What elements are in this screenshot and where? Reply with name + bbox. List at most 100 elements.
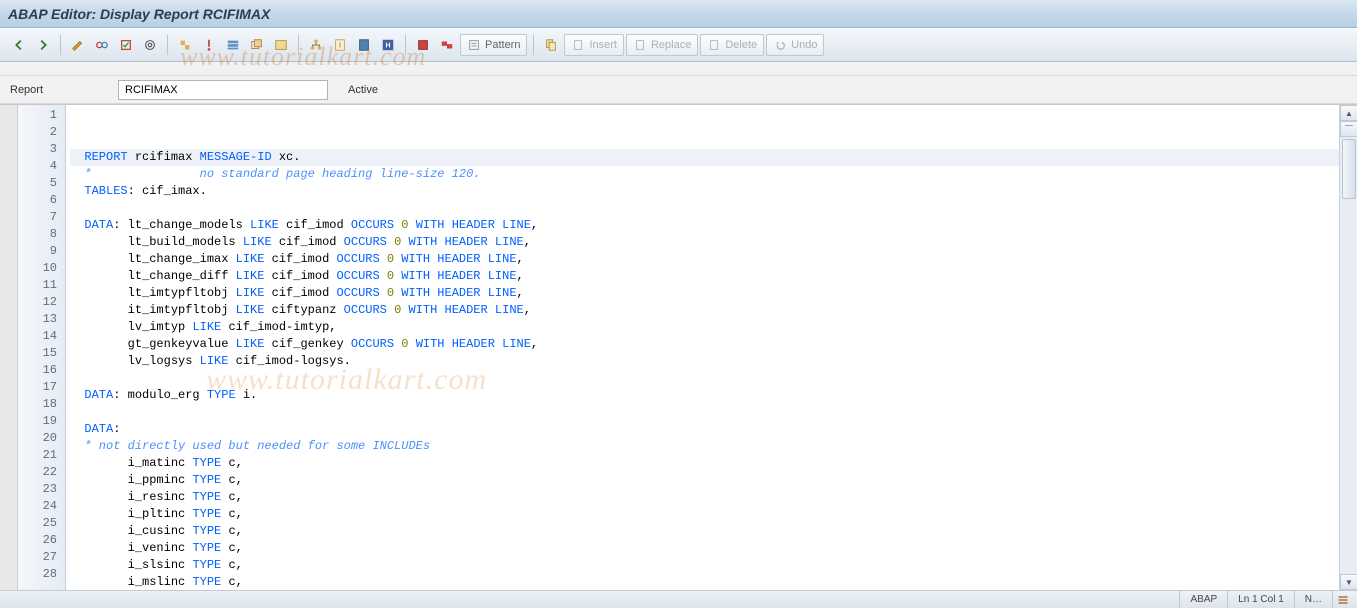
code-line[interactable]: lv_imtyp LIKE cif_imod-imtyp,: [70, 319, 1339, 336]
line-number: 13: [18, 311, 65, 328]
line-number: 17: [18, 379, 65, 396]
app-toolbar: i H Pattern Insert Replace Delete Undo: [0, 28, 1357, 62]
toolbar-separator: [60, 35, 61, 55]
test-button[interactable]: [139, 34, 161, 56]
undo-label: Undo: [791, 39, 817, 51]
report-label: Report: [10, 84, 110, 96]
code-line[interactable]: i_veninc TYPE c,: [70, 540, 1339, 557]
line-number: 1: [18, 107, 65, 124]
status-bar: ABAP Ln 1 Col 1 N…: [0, 590, 1357, 608]
code-content[interactable]: www.tutorialkart.com REPORT rcifimax MES…: [66, 105, 1339, 590]
nav-back-button[interactable]: [8, 34, 30, 56]
line-number: 24: [18, 498, 65, 515]
other-object-button[interactable]: [540, 34, 562, 56]
code-line[interactable]: REPORT rcifimax MESSAGE-ID xc.: [70, 149, 1339, 166]
code-line[interactable]: i_resinc TYPE c,: [70, 489, 1339, 506]
line-number: 8: [18, 226, 65, 243]
where-used-button[interactable]: [174, 34, 196, 56]
scroll-thumb[interactable]: [1342, 139, 1356, 199]
toolbar-separator: [298, 35, 299, 55]
code-line[interactable]: lt_build_models LIKE cif_imod OCCURS 0 W…: [70, 234, 1339, 251]
code-line[interactable]: lv_logsys LIKE cif_imod-logsys.: [70, 353, 1339, 370]
line-number: 4: [18, 158, 65, 175]
line-number: 12: [18, 294, 65, 311]
nav-forward-button[interactable]: [32, 34, 54, 56]
code-line[interactable]: i_cusinc TYPE c,: [70, 523, 1339, 540]
code-line[interactable]: [70, 370, 1339, 387]
report-name-input[interactable]: [118, 80, 328, 100]
help-button[interactable]: i: [329, 34, 351, 56]
activate-button[interactable]: [115, 34, 137, 56]
insert-button[interactable]: Insert: [564, 34, 624, 56]
toolbar-separator: [167, 35, 168, 55]
code-line[interactable]: [70, 404, 1339, 421]
scroll-up-arrow-icon[interactable]: ▲: [1340, 105, 1357, 121]
line-number: 20: [18, 430, 65, 447]
line-number: 5: [18, 175, 65, 192]
line-number: 7: [18, 209, 65, 226]
line-number: 11: [18, 277, 65, 294]
code-line[interactable]: * not directly used but needed for some …: [70, 438, 1339, 455]
check-button[interactable]: [91, 34, 113, 56]
code-line[interactable]: i_mslinc TYPE c,: [70, 574, 1339, 590]
nav-stack-button[interactable]: [246, 34, 268, 56]
insert-icon: [571, 38, 585, 52]
code-line[interactable]: DATA: modulo_erg TYPE i.: [70, 387, 1339, 404]
delete-button[interactable]: Delete: [700, 34, 764, 56]
code-line[interactable]: DATA:: [70, 421, 1339, 438]
status-menu-icon[interactable]: [1332, 591, 1353, 608]
find-button[interactable]: [436, 34, 458, 56]
display-change-button[interactable]: [67, 34, 89, 56]
line-number-gutter[interactable]: 1234567891011121314151617181920212223242…: [18, 105, 66, 590]
line-number: 21: [18, 447, 65, 464]
code-line[interactable]: i_matinc TYPE c,: [70, 455, 1339, 472]
scroll-down-arrow-icon[interactable]: ▼: [1340, 574, 1357, 590]
line-number: 18: [18, 396, 65, 413]
toolbar-separator: [405, 35, 406, 55]
line-number: 28: [18, 566, 65, 583]
code-line[interactable]: i_slsinc TYPE c,: [70, 557, 1339, 574]
window-title-bar: ABAP Editor: Display Report RCIFIMAX: [0, 0, 1357, 28]
line-number: 15: [18, 345, 65, 362]
vertical-scrollbar[interactable]: ▲ ⎺ ▼: [1339, 105, 1357, 590]
abap-help-button[interactable]: H: [377, 34, 399, 56]
code-line[interactable]: * no standard page heading line-size 120…: [70, 166, 1339, 183]
replace-button[interactable]: Replace: [626, 34, 698, 56]
insert-label: Insert: [589, 39, 617, 51]
status-lang: ABAP: [1179, 591, 1227, 608]
pretty-printer-button[interactable]: [412, 34, 434, 56]
fullscreen-button[interactable]: [270, 34, 292, 56]
editor-margin: [0, 105, 18, 590]
line-number: 14: [18, 328, 65, 345]
code-line[interactable]: TABLES: cif_imax.: [70, 183, 1339, 200]
code-line[interactable]: i_ppminc TYPE c,: [70, 472, 1339, 489]
hierarchy-button[interactable]: [305, 34, 327, 56]
spacer: [0, 62, 1357, 76]
breakpoint-button[interactable]: [198, 34, 220, 56]
toolbar-separator: [533, 35, 534, 55]
code-editor: 1234567891011121314151617181920212223242…: [0, 104, 1357, 590]
undo-button[interactable]: Undo: [766, 34, 824, 56]
code-line[interactable]: DATA: lt_change_models LIKE cif_imod OCC…: [70, 217, 1339, 234]
status-position: Ln 1 Col 1: [1227, 591, 1294, 608]
line-number: 26: [18, 532, 65, 549]
line-number: 19: [18, 413, 65, 430]
line-number: 16: [18, 362, 65, 379]
report-status: Active: [348, 84, 378, 96]
line-number: 9: [18, 243, 65, 260]
code-line[interactable]: it_imtypfltobj LIKE ciftypanz OCCURS 0 W…: [70, 302, 1339, 319]
code-line[interactable]: lt_imtypfltobj LIKE cif_imod OCCURS 0 WI…: [70, 285, 1339, 302]
pattern-button[interactable]: Pattern: [460, 34, 527, 56]
code-line[interactable]: lt_change_diff LIKE cif_imod OCCURS 0 WI…: [70, 268, 1339, 285]
code-line[interactable]: [70, 200, 1339, 217]
replace-icon: [633, 38, 647, 52]
object-list-button[interactable]: [222, 34, 244, 56]
line-number: 25: [18, 515, 65, 532]
code-line[interactable]: i_pltinc TYPE c,: [70, 506, 1339, 523]
set-breakpoint-button[interactable]: [353, 34, 375, 56]
code-line[interactable]: gt_genkeyvalue LIKE cif_genkey OCCURS 0 …: [70, 336, 1339, 353]
svg-text:H: H: [385, 42, 390, 49]
code-line[interactable]: lt_change_imax LIKE cif_imod OCCURS 0 WI…: [70, 251, 1339, 268]
scroll-top-arrow-icon[interactable]: ⎺: [1340, 121, 1357, 137]
undo-icon: [773, 38, 787, 52]
